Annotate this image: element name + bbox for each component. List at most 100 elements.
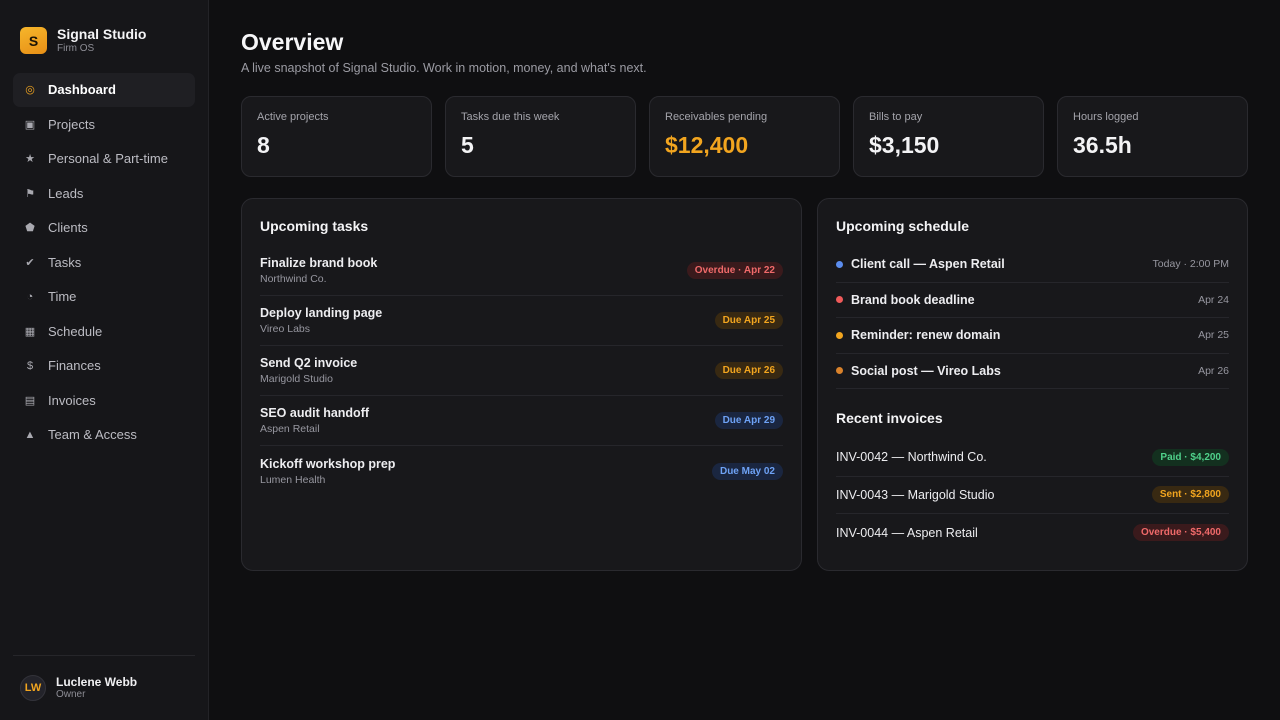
stat-value: $3,150 <box>869 132 940 158</box>
stat-value: $12,400 <box>665 132 749 158</box>
sidebar-item-personal-part-time[interactable]: ★ Personal & Part-time <box>13 142 195 176</box>
target-icon: ◎ <box>25 84 35 97</box>
invoice-row[interactable]: INV-0044 — Aspen Retail Overdue · $5,400 <box>836 514 1229 552</box>
schedule-title: Brand book deadline <box>851 292 975 307</box>
invoice-list: INV-0042 — Northwind Co. Paid · $4,200 INV… <box>836 439 1229 552</box>
schedule-info: Client call — Aspen Retail <box>836 257 1005 271</box>
schedule-invoices-panel: Upcoming schedule Client call — Aspen Re… <box>817 198 1248 571</box>
stat-label: Tasks due this week <box>461 111 560 123</box>
task-title: Send Q2 invoice <box>260 356 358 370</box>
schedule-item[interactable]: Reminder: renew domain Apr 25 <box>836 318 1229 354</box>
pentagon-icon: ⬟ <box>25 222 35 235</box>
invoice-row[interactable]: INV-0042 — Northwind Co. Paid · $4,200 <box>836 439 1229 477</box>
sidebar-item-label: Schedule <box>48 323 103 339</box>
sidebar-item-label: Leads <box>48 185 84 201</box>
task-client: Marigold Studio <box>260 373 333 385</box>
panel-title: Upcoming tasks <box>260 218 369 234</box>
sidebar-item-label: Tasks <box>48 254 82 270</box>
sidebar-item-label: Clients <box>48 220 88 236</box>
task-info: Finalize brand book Northwind Co. <box>260 256 377 285</box>
task-client: Northwind Co. <box>260 273 327 285</box>
status-badge: Paid · $4,200 <box>1152 448 1229 466</box>
sidebar-item-finances[interactable]: $ Finances <box>13 349 195 383</box>
square-icon: ▣ <box>24 118 36 131</box>
status-badge: Due Apr 29 <box>714 412 783 429</box>
dollar-icon: $ <box>26 359 34 372</box>
task-row[interactable]: Finalize brand book Northwind Co. Overdue … <box>260 246 783 296</box>
status-dot <box>836 367 843 375</box>
task-info: SEO audit handoff Aspen Retail <box>260 406 369 435</box>
sidebar-item-leads[interactable]: ⚑ Leads <box>13 177 195 211</box>
sidebar-item-label: Finances <box>48 358 101 374</box>
schedule-time: Apr 25 <box>1198 329 1229 342</box>
avatar: LW <box>20 675 46 701</box>
status-dot <box>836 296 843 304</box>
sidebar-item-schedule[interactable]: ▦ Schedule <box>13 315 195 349</box>
sidebar-item-label: Projects <box>48 116 95 132</box>
page-subtitle: A live snapshot of Signal Studio. Work i… <box>241 61 647 75</box>
stat-label: Receivables pending <box>665 111 768 123</box>
page-title: Overview <box>241 29 344 55</box>
sidebar-item-clients[interactable]: ⬟ Clients <box>13 211 195 245</box>
task-row[interactable]: Kickoff workshop prep Lumen Health Due May… <box>260 446 783 496</box>
status-badge: Due Apr 26 <box>714 362 783 379</box>
invoice-row[interactable]: INV-0043 — Marigold Studio Sent · $2,800 <box>836 477 1229 514</box>
grid-icon: ▦ <box>24 325 36 338</box>
user-name: Luclene Webb <box>56 675 138 689</box>
panel-title: Upcoming schedule <box>836 218 970 234</box>
sidebar-item-projects[interactable]: ▣ Projects <box>13 108 195 142</box>
stat-card: Tasks due this week 5 <box>445 96 636 177</box>
task-row[interactable]: Send Q2 invoice Marigold Studio Due Apr 26 <box>260 346 783 396</box>
sidebar-item-label: Dashboard <box>48 82 116 98</box>
panel-title: Recent invoices <box>836 410 943 426</box>
schedule-item[interactable]: Social post — Vireo Labs Apr 26 <box>836 354 1229 389</box>
stat-card: Receivables pending $12,400 <box>649 96 840 177</box>
stat-card: Bills to pay $3,150 <box>853 96 1044 177</box>
status-badge: Sent · $2,800 <box>1151 486 1229 504</box>
task-info: Kickoff workshop prep Lumen Health <box>260 457 395 486</box>
status-dot <box>836 331 843 339</box>
status-badge: Due Apr 25 <box>714 312 783 329</box>
sidebar-item-tasks[interactable]: ✔ Tasks <box>13 246 195 280</box>
task-list: Finalize brand book Northwind Co. Overdue … <box>260 246 783 496</box>
list-icon: ▤ <box>24 394 36 407</box>
schedule-time: Apr 24 <box>1198 293 1229 306</box>
sidebar-item-label: Personal & Part-time <box>48 151 168 167</box>
task-row[interactable]: SEO audit handoff Aspen Retail Due Apr 29 <box>260 396 783 446</box>
task-title: Finalize brand book <box>260 256 378 270</box>
user-profile[interactable]: LW Luclene Webb Owner <box>13 655 195 720</box>
brand[interactable]: S Signal Studio Firm OS <box>13 0 195 73</box>
sidebar-item-time[interactable]: ◔ Time <box>13 280 195 314</box>
star-icon: ★ <box>25 153 35 166</box>
task-title: SEO audit handoff <box>260 406 370 420</box>
task-info: Deploy landing page Vireo Labs <box>260 306 382 335</box>
invoice-title: INV-0042 — Northwind Co. <box>836 450 987 465</box>
upcoming-tasks-panel: Upcoming tasks Finalize brand book Northw… <box>241 198 802 571</box>
stat-label: Bills to pay <box>869 111 923 123</box>
sidebar-item-label: Time <box>48 289 77 305</box>
stat-label: Active projects <box>257 111 329 123</box>
stat-value: 5 <box>461 132 474 158</box>
schedule-item[interactable]: Client call — Aspen Retail Today · 2:00 P… <box>836 247 1229 283</box>
panels: Upcoming tasks Finalize brand book Northw… <box>241 198 1248 571</box>
user-role: Owner <box>56 689 86 700</box>
brand-subtitle: Firm OS <box>57 43 95 54</box>
stat-value: 8 <box>257 132 270 158</box>
sidebar-item-team-access[interactable]: ▲ Team & Access <box>13 418 195 452</box>
sidebar-item-dashboard[interactable]: ◎ Dashboard <box>13 73 195 107</box>
task-row[interactable]: Deploy landing page Vireo Labs Due Apr 25 <box>260 296 783 346</box>
schedule-title: Reminder: renew domain <box>851 328 1001 343</box>
schedule-info: Social post — Vireo Labs <box>836 364 1001 378</box>
task-client: Aspen Retail <box>260 423 320 435</box>
task-info: Send Q2 invoice Marigold Studio <box>260 356 357 385</box>
task-client: Vireo Labs <box>260 323 311 335</box>
check-icon: ✔ <box>25 256 35 269</box>
schedule-title: Client call — Aspen Retail <box>851 257 1005 272</box>
sidebar-item-label: Team & Access <box>48 427 137 443</box>
brand-name: Signal Studio <box>57 26 147 42</box>
stat-card: Active projects 8 <box>241 96 432 177</box>
sidebar-item-invoices[interactable]: ▤ Invoices <box>13 384 195 418</box>
flag-icon: ⚑ <box>25 187 35 200</box>
schedule-item[interactable]: Brand book deadline Apr 24 <box>836 283 1229 318</box>
status-badge: Overdue · $5,400 <box>1132 524 1229 542</box>
